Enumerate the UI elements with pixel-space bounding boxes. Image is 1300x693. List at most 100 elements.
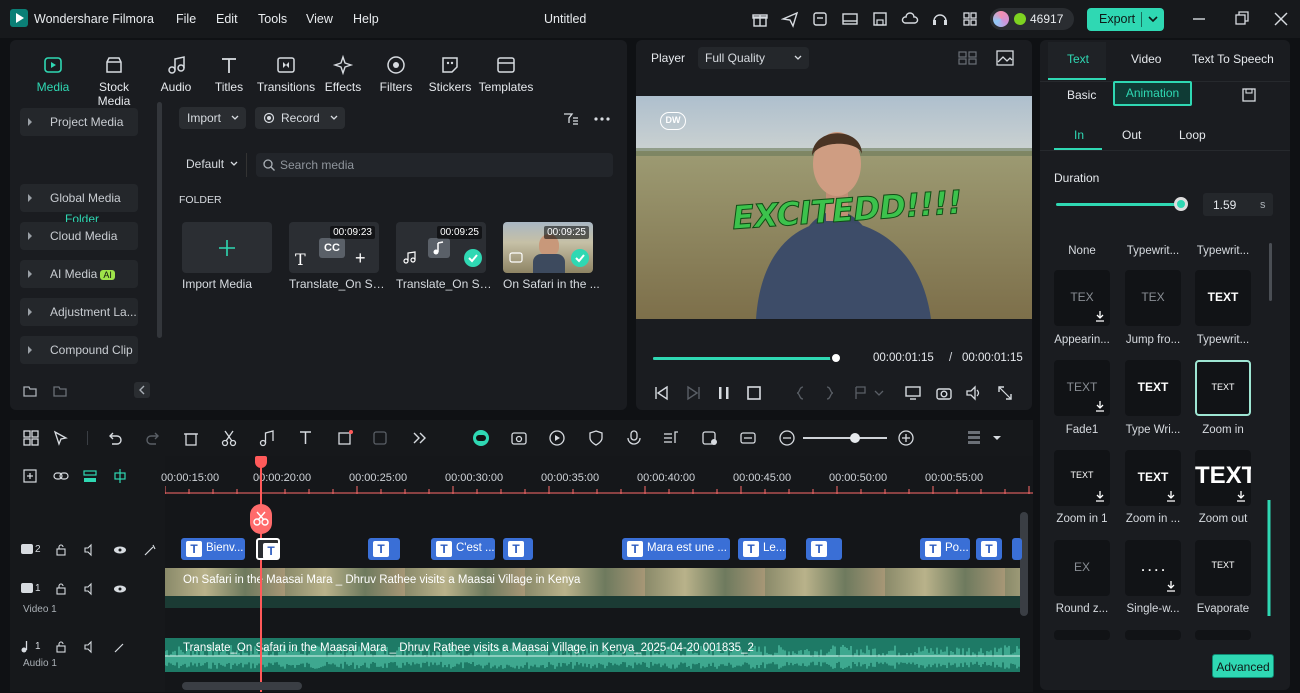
sidebar-item-ai-media[interactable]: AI Media AI [20, 260, 138, 288]
animation-preset-card[interactable]: TEXT [1054, 450, 1110, 506]
duration-field[interactable]: 1.59 s [1203, 193, 1273, 216]
subtab-out[interactable]: Out [1122, 128, 1141, 142]
close-icon[interactable] [1272, 10, 1290, 28]
menu-tools[interactable]: Tools [258, 12, 287, 26]
zoom-slider-knob[interactable] [850, 433, 860, 443]
tab-basic[interactable]: Basic [1067, 88, 1096, 102]
volume-icon[interactable] [83, 543, 97, 557]
record-dropdown[interactable]: Record [255, 107, 345, 129]
animation-preset-label[interactable]: Evaporate [1188, 603, 1258, 615]
tab-audio[interactable]: Audio [146, 54, 206, 94]
animation-preset-card[interactable] [1195, 630, 1251, 640]
split-scissors-icon[interactable] [250, 504, 272, 534]
next-frame-icon[interactable] [684, 384, 702, 402]
tab-filters[interactable]: Filters [366, 54, 426, 94]
tab-templates[interactable]: Templates [476, 54, 536, 94]
text-clip[interactable]: T C'est ... [431, 538, 495, 560]
display-icon[interactable] [904, 384, 922, 402]
text-clip[interactable]: T Le... [738, 538, 786, 560]
lock-icon[interactable] [54, 640, 68, 654]
timeline-h-scrollbar[interactable] [182, 682, 302, 690]
video-clip[interactable]: On Safari in the Maasai Mara _ Dhruv Rat… [165, 568, 1020, 608]
add-track-icon[interactable] [22, 468, 38, 484]
menu-file[interactable]: File [176, 12, 196, 26]
magic-icon[interactable] [113, 640, 127, 654]
chevron-down-icon[interactable] [988, 429, 1006, 447]
timeline-v-scrollbar[interactable] [1020, 512, 1028, 616]
animation-preset-label[interactable]: None [1047, 245, 1117, 257]
animation-preset-card[interactable]: TEXT [1054, 360, 1110, 416]
replace-icon[interactable] [701, 429, 719, 447]
text-clip[interactable]: T [503, 538, 533, 560]
timeline-ruler[interactable]: 00:00:15:00 00:00:20:00 00:00:25:00 00:00:3… [161, 456, 1033, 494]
gift-icon[interactable] [751, 10, 769, 28]
track-settings-icon[interactable] [965, 429, 983, 447]
playhead-handle[interactable] [255, 456, 267, 468]
audio-clip[interactable]: Translate_On Safari in the Maasai Mara _… [165, 638, 1020, 672]
save-preset-icon[interactable] [1241, 87, 1257, 103]
folder-icon[interactable] [52, 383, 68, 399]
sidebar-scrollbar[interactable] [157, 102, 162, 338]
tab-stickers[interactable]: Stickers [420, 54, 480, 94]
text-clip[interactable]: T [806, 538, 842, 560]
animation-preset-label[interactable]: Round z... [1047, 603, 1117, 615]
send-icon[interactable] [781, 10, 799, 28]
animation-preset-label[interactable]: Zoom out [1188, 513, 1258, 525]
animation-preset-label[interactable]: Type Wri... [1118, 424, 1188, 436]
fullscreen-icon[interactable] [996, 384, 1014, 402]
tab-transitions[interactable]: Transitions [256, 54, 316, 94]
stop-icon[interactable] [745, 384, 763, 402]
sort-dropdown[interactable]: Default [186, 157, 240, 171]
menu-view[interactable]: View [306, 12, 333, 26]
text-clip[interactable] [1012, 538, 1022, 560]
crop-icon[interactable] [336, 429, 354, 447]
chevron-down-icon[interactable] [1145, 12, 1161, 27]
playback-progress[interactable] [653, 357, 835, 360]
cloud-upload-icon[interactable] [901, 10, 919, 28]
duration-slider[interactable] [1056, 203, 1180, 206]
animation-preset-label[interactable]: Single-w... [1118, 603, 1188, 615]
more-icon[interactable] [593, 110, 611, 128]
text-clip[interactable]: T Mara est une ... [622, 538, 730, 560]
zoom-in-icon[interactable] [897, 429, 915, 447]
mark-in-icon[interactable] [791, 384, 809, 402]
credits-badge[interactable]: 46917 [990, 8, 1074, 30]
playhead[interactable] [260, 456, 262, 692]
save-icon[interactable] [871, 10, 889, 28]
sidebar-item-cloud-media[interactable]: Cloud Media [20, 222, 138, 250]
link-icon[interactable] [52, 468, 70, 484]
undo-icon[interactable] [106, 429, 124, 447]
animation-preset-card[interactable]: TEX [1054, 270, 1110, 326]
apps-icon[interactable] [961, 10, 979, 28]
microphone-icon[interactable] [625, 429, 643, 447]
redo-icon[interactable] [144, 429, 162, 447]
delete-icon[interactable] [182, 429, 200, 447]
color-match-icon[interactable] [372, 429, 390, 447]
more-tools-icon[interactable] [410, 429, 428, 447]
presets-scrollbar[interactable] [1269, 243, 1272, 301]
tab-text[interactable]: Text [1067, 52, 1089, 66]
tab-video[interactable]: Video [1131, 52, 1161, 66]
search-input[interactable]: Search media [256, 153, 613, 177]
ai-copilot-icon[interactable] [472, 429, 490, 447]
animation-preset-label[interactable]: Typewrit... [1188, 334, 1258, 346]
animation-preset-label[interactable]: Jump fro... [1118, 334, 1188, 346]
sidebar-item-global-media[interactable]: Global Media [20, 184, 138, 212]
headset-icon[interactable] [931, 10, 949, 28]
previous-frame-icon[interactable] [653, 384, 671, 402]
fit-icon[interactable] [739, 429, 757, 447]
animation-preset-card[interactable]: TEXT [1125, 360, 1181, 416]
add-icon[interactable]: + [355, 248, 366, 269]
camera-plus-icon[interactable] [510, 429, 528, 447]
restore-icon[interactable] [1233, 10, 1251, 28]
export-button[interactable]: Export [1087, 8, 1164, 31]
magic-icon[interactable] [143, 543, 157, 557]
marker-icon[interactable] [852, 384, 870, 402]
animation-preset-label[interactable]: Typewrit... [1118, 245, 1188, 257]
download-icon[interactable] [1094, 490, 1106, 502]
subtab-in[interactable]: In [1074, 128, 1084, 142]
new-folder-icon[interactable] [22, 383, 38, 399]
snapshot-icon[interactable] [935, 384, 953, 402]
sidebar-item-project-media[interactable]: Project Media [20, 108, 138, 136]
quality-dropdown[interactable]: Full Quality [698, 47, 809, 69]
